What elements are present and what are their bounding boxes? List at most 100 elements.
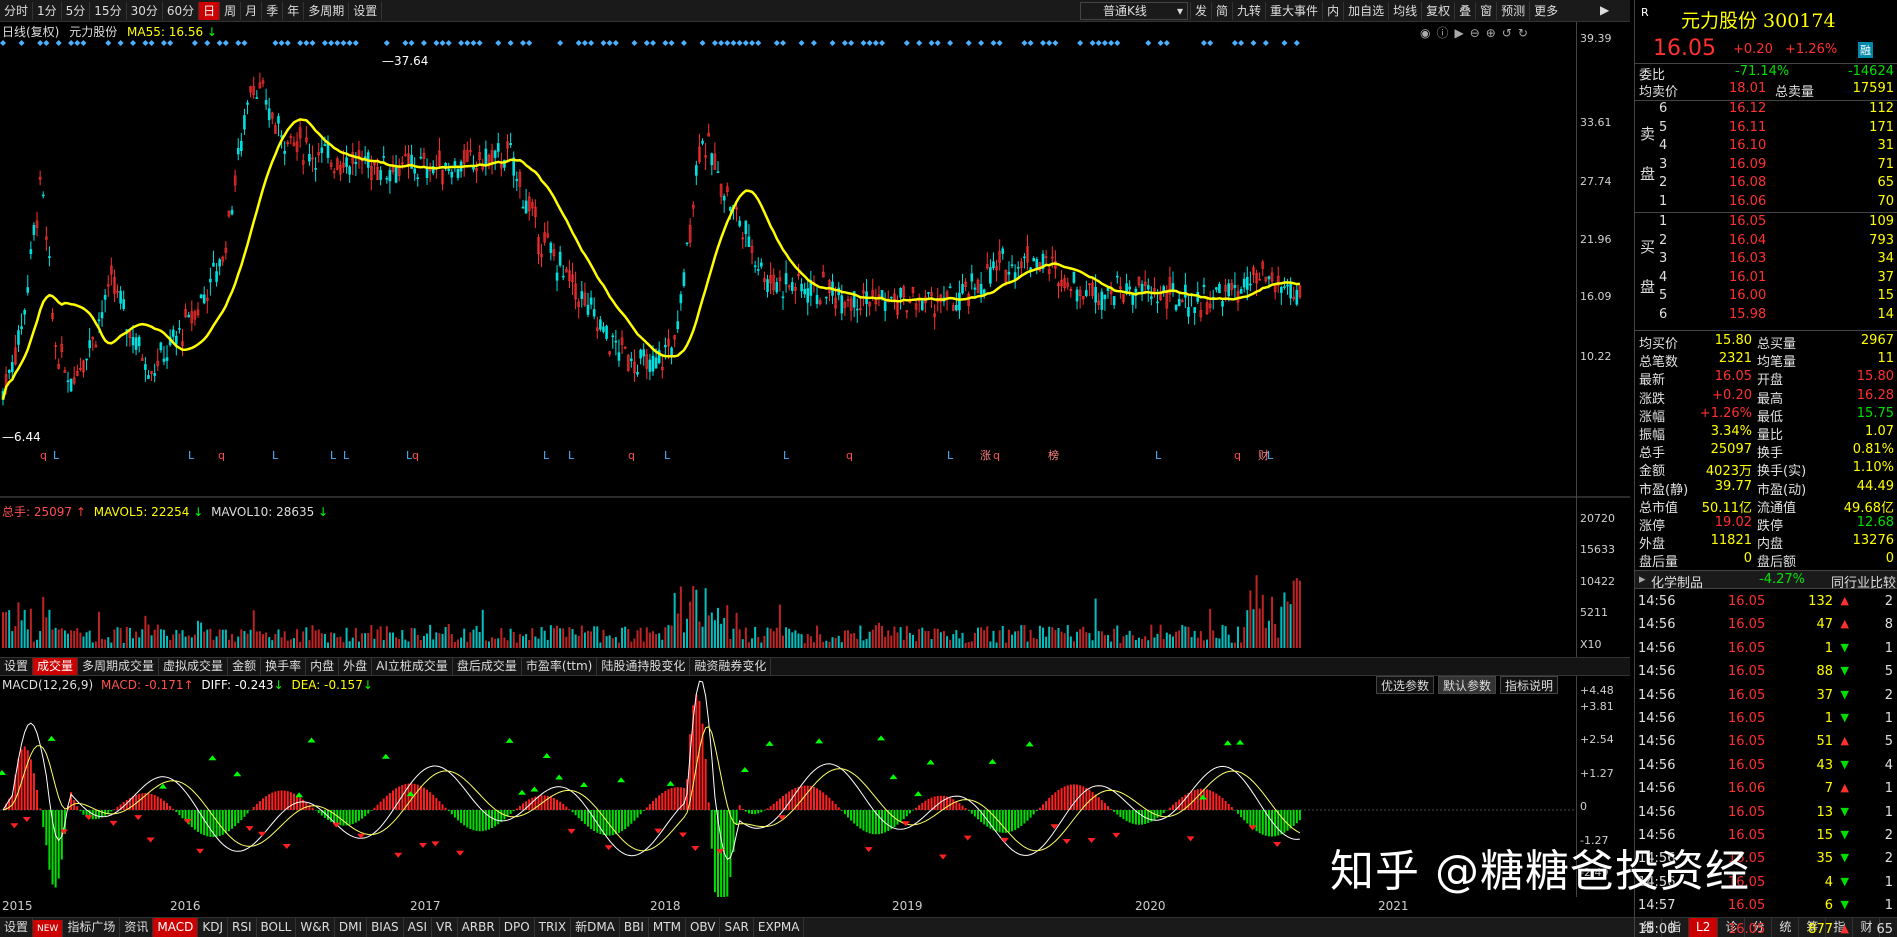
indicator-tab-11[interactable]: ASI xyxy=(404,918,433,937)
stat-value: 39.77 xyxy=(1714,478,1752,494)
arrow-up-icon xyxy=(889,774,898,780)
indicator-tab-17[interactable]: BBI xyxy=(620,918,649,937)
volume-bar xyxy=(231,634,234,648)
macd-bar xyxy=(141,793,144,810)
event-marker[interactable]: q xyxy=(412,449,419,462)
indicator-tab-16[interactable]: 新DMA xyxy=(571,918,620,937)
signal-diamond-icon xyxy=(1157,40,1164,46)
macd-param-button-1[interactable]: 默认参数 xyxy=(1438,676,1497,694)
arrow-down-icon xyxy=(567,828,576,834)
industry-compare-button[interactable]: 同行业比较 xyxy=(1831,572,1896,591)
indicator-tab-9[interactable]: DMI xyxy=(335,918,368,937)
stat-label: 开盘 xyxy=(1757,373,1784,389)
event-marker[interactable]: q xyxy=(40,449,47,462)
event-marker[interactable]: L xyxy=(272,449,279,462)
volume-tab-7[interactable]: 外盘 xyxy=(339,658,373,675)
indicator-tab-3[interactable]: 资讯 xyxy=(120,918,154,937)
indicator-tab-13[interactable]: ARBR xyxy=(458,918,500,937)
volume-tab-10[interactable]: 市盈率(ttm) xyxy=(522,658,598,675)
indicator-tab-15[interactable]: TRIX xyxy=(535,918,572,937)
macd-bar xyxy=(661,792,664,810)
arrow-down-icon: ▼ xyxy=(1840,711,1849,724)
indicator-tab-5[interactable]: KDJ xyxy=(198,918,229,937)
volume-bar xyxy=(54,627,57,648)
event-marker[interactable]: q xyxy=(993,449,1000,462)
year-label-5: 2020 xyxy=(1135,899,1166,913)
event-marker[interactable]: L xyxy=(188,449,195,462)
industry-name[interactable]: 化学制品 xyxy=(1651,572,1703,591)
volume-bar xyxy=(930,639,933,648)
volume-tab-2[interactable]: 多周期成交量 xyxy=(78,658,160,675)
volume-tab-3[interactable]: 虚拟成交量 xyxy=(159,658,229,675)
event-marker[interactable]: L xyxy=(343,449,350,462)
indicator-tab-1[interactable]: NEW xyxy=(33,920,64,937)
indicator-tab-6[interactable]: RSI xyxy=(228,918,257,937)
event-marker[interactable]: L xyxy=(664,449,671,462)
volume-bar xyxy=(537,638,540,648)
tick-row-14: 15:00 16.05 877 ▲ 65 xyxy=(1634,918,1897,937)
event-marker[interactable]: L xyxy=(330,449,337,462)
event-marker[interactable]: L xyxy=(1155,449,1162,462)
price_axis-4: 16.09 xyxy=(1580,290,1612,303)
indicator-tab-2[interactable]: 指标广场 xyxy=(63,918,121,937)
indicator-tab-21[interactable]: EXPMA xyxy=(754,918,805,937)
event-marker[interactable]: 榜 xyxy=(1048,448,1059,462)
macd-param-button-2[interactable]: 指标说明 xyxy=(1500,676,1559,694)
main-chart[interactable]: q L Lq L L L Lq L Lq L Lq L 涨 q 榜 Lq 财L xyxy=(0,0,1630,897)
indicator-tab-0[interactable]: 设置 xyxy=(0,918,34,937)
quote.sell-level: 2 xyxy=(1659,175,1668,190)
signal-diamond-icon xyxy=(575,40,582,46)
event-marker[interactable]: 涨 xyxy=(980,449,991,462)
macd-bar xyxy=(549,796,552,810)
volume-tab-5[interactable]: 换手率 xyxy=(261,658,307,675)
volume-tab-0[interactable]: 设置 xyxy=(0,658,34,675)
candle-body xyxy=(243,115,246,130)
signal-diamond-icon xyxy=(402,40,409,46)
volume-bar xyxy=(60,628,63,648)
stat-label: 均笔量 xyxy=(1757,355,1797,371)
event-marker[interactable]: q xyxy=(1234,449,1241,462)
indicator-tab-7[interactable]: BOLL xyxy=(257,918,297,937)
indicator-tab-4[interactable]: MACD xyxy=(153,918,199,937)
indicator-tab-10[interactable]: BIAS xyxy=(367,918,404,937)
macd-bar xyxy=(515,808,518,810)
indicator-tab-20[interactable]: SAR xyxy=(720,918,754,937)
candle-body xyxy=(509,143,512,146)
indicator-tab-8[interactable]: W&R xyxy=(296,918,335,937)
indicator-tab-12[interactable]: VR xyxy=(432,918,458,937)
macd-bar xyxy=(1032,810,1035,815)
indicator-tab-14[interactable]: DPO xyxy=(500,918,535,937)
volume-tab-4[interactable]: 金额 xyxy=(228,658,262,675)
event-marker[interactable]: L xyxy=(1267,449,1274,462)
quote.sell-level: 4 xyxy=(1659,138,1668,153)
volume-bar xyxy=(509,628,512,648)
event-marker[interactable]: L xyxy=(947,449,954,462)
event-marker[interactable]: L xyxy=(543,449,550,462)
stats-row-0: 均买价 15.80 总买量 2967 xyxy=(1635,333,1897,352)
volume-tab-11[interactable]: 陆股通持股变化 xyxy=(597,658,691,675)
macd-bar xyxy=(227,810,230,832)
stat-value: 15.80 xyxy=(1856,369,1894,385)
volume-tab-1[interactable]: 成交量 xyxy=(33,658,79,675)
event-marker[interactable]: L xyxy=(53,449,60,462)
event-marker[interactable]: q xyxy=(218,449,225,462)
macd-bar xyxy=(1045,801,1048,810)
macd-bar xyxy=(543,795,546,810)
event-marker[interactable]: L xyxy=(568,449,575,462)
volume-tab-12[interactable]: 融资融券变化 xyxy=(690,658,772,675)
indicator-tab-19[interactable]: OBV xyxy=(686,918,721,937)
volume-tab-6[interactable]: 内盘 xyxy=(306,658,340,675)
signal-diamond-icon xyxy=(600,40,607,46)
macd-bar xyxy=(500,810,503,822)
indicator-tab-18[interactable]: MTM xyxy=(649,918,686,937)
event-marker[interactable]: q xyxy=(628,449,635,462)
volume-tab-8[interactable]: AI立桩成交量 xyxy=(372,658,453,675)
candle-body xyxy=(589,297,593,305)
signal-diamond-icon xyxy=(439,40,446,46)
event-marker[interactable]: q xyxy=(846,449,853,462)
volume-bar xyxy=(577,635,580,648)
candle-body xyxy=(781,296,785,299)
event-marker[interactable]: L xyxy=(783,449,790,462)
volume-tab-9[interactable]: 盘后成交量 xyxy=(453,658,522,675)
macd-param-button-0[interactable]: 优选参数 xyxy=(1376,676,1435,694)
